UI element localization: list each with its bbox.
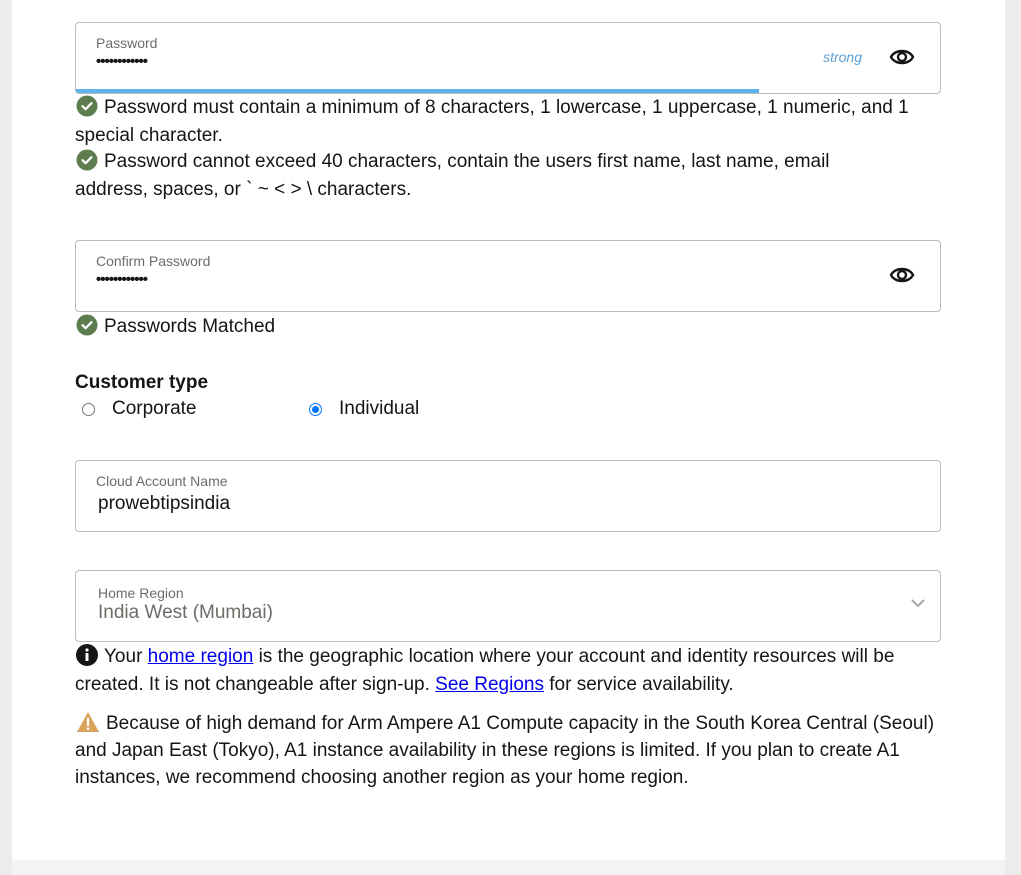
check-circle-icon	[76, 95, 98, 117]
footer-strip	[12, 860, 1005, 875]
password-strength-bar	[76, 89, 759, 93]
show-password-toggle[interactable]	[888, 43, 916, 71]
warning-text: Because of high demand for Arm Ampere A1…	[75, 713, 935, 788]
confirm-password-field[interactable]: Confirm Password ••••••••••••	[75, 240, 941, 312]
check-circle-icon	[76, 149, 98, 171]
password-strength-label: strong	[823, 49, 862, 65]
individual-label: Individual	[339, 398, 420, 419]
see-regions-link[interactable]: See Regions	[435, 674, 544, 695]
individual-radio[interactable]	[309, 402, 322, 416]
password-match-text: Passwords Matched	[104, 316, 276, 337]
password-match-message: Passwords Matched	[75, 313, 955, 341]
info-text: for service availability.	[543, 674, 734, 695]
home-region-link[interactable]: home region	[148, 646, 254, 667]
password-field[interactable]: Password •••••••••••• strong	[75, 22, 941, 94]
chevron-down-icon	[911, 599, 925, 608]
check-circle-icon	[76, 314, 98, 336]
corporate-label: Corporate	[112, 398, 197, 419]
password-rule-text: Password must contain a minimum of 8 cha…	[75, 97, 909, 146]
password-rule: Password must contain a minimum of 8 cha…	[75, 94, 955, 150]
cloud-account-name-input[interactable]: prowebtipsindia	[98, 493, 230, 515]
cloud-account-name-field[interactable]: Cloud Account Name prowebtipsindia	[75, 460, 941, 532]
customer-type-individual[interactable]: Individual	[309, 398, 419, 420]
corporate-radio[interactable]	[82, 402, 95, 416]
warning-icon	[77, 712, 99, 732]
info-text: Your	[104, 646, 148, 667]
home-region-label: Home Region	[98, 585, 184, 601]
show-confirm-password-toggle[interactable]	[888, 261, 916, 289]
confirm-password-label: Confirm Password	[96, 253, 211, 269]
confirm-password-input[interactable]: ••••••••••••	[96, 271, 148, 288]
home-region-info: Your home region is the geographic locat…	[75, 643, 941, 699]
password-input[interactable]: ••••••••••••	[96, 53, 148, 70]
cloud-account-name-label: Cloud Account Name	[96, 473, 228, 489]
home-region-value: India West (Mumbai)	[98, 602, 273, 623]
eye-icon	[889, 49, 915, 65]
customer-type-heading: Customer type	[75, 372, 209, 393]
password-rule-text: Password cannot exceed 40 characters, co…	[75, 151, 830, 200]
password-label: Password	[96, 35, 158, 51]
info-icon	[76, 644, 98, 666]
home-region-select[interactable]: Home Region India West (Mumbai)	[75, 570, 941, 642]
password-rule: Password cannot exceed 40 characters, co…	[75, 148, 895, 204]
eye-icon	[889, 267, 915, 283]
customer-type-corporate[interactable]: Corporate	[82, 398, 197, 420]
capacity-warning: Because of high demand for Arm Ampere A1…	[75, 710, 941, 791]
